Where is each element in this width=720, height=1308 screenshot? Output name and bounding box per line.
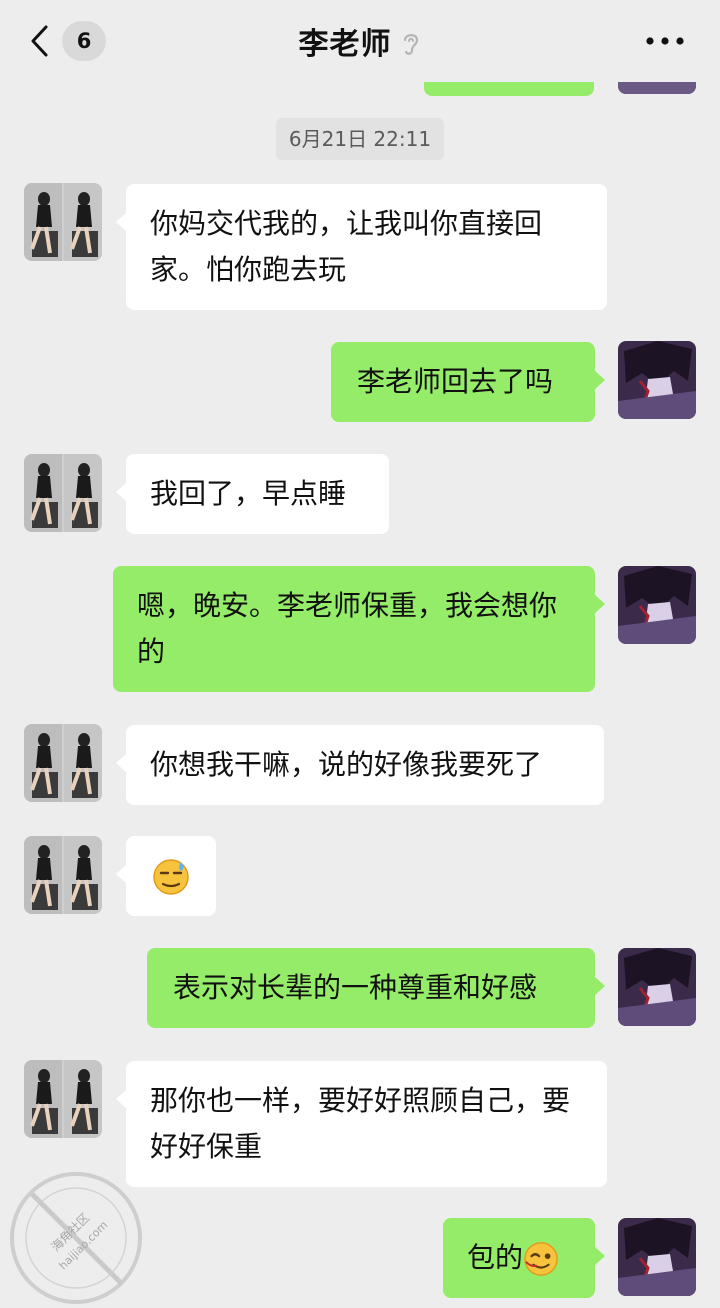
message-bubble-incoming[interactable] (116, 836, 216, 916)
message-bubble-incoming[interactable]: 那你也一样，要好好照顾自己，要好好保重 (116, 1061, 607, 1187)
self-avatar[interactable] (618, 341, 696, 419)
message-timestamp: 6月21日 22:11 (276, 118, 444, 160)
contact-avatar[interactable] (24, 183, 102, 261)
contact-avatar[interactable] (24, 836, 102, 914)
watermark-logo: 海角社区 haijiao.com (10, 1172, 142, 1304)
title-wrap: 李老师 (0, 0, 720, 82)
sweat-smile-emoji-icon (153, 859, 189, 895)
contact-avatar[interactable] (24, 454, 102, 532)
ear-icon (403, 34, 418, 55)
message-bubble-outgoing[interactable]: 嗯，晚安。李老师保重，我会想你的 (113, 566, 605, 692)
message-bubble-outgoing[interactable]: 李老师回去了吗 (331, 342, 605, 422)
message-bubble-incoming[interactable]: 你想我干嘛，说的好像我要死了 (116, 725, 604, 805)
message-bubble-incoming[interactable]: 我回了，早点睡 (116, 454, 389, 534)
message-text: 包的 (467, 1241, 524, 1274)
self-avatar[interactable] (618, 566, 696, 644)
more-dots-icon[interactable] (644, 34, 686, 48)
contact-avatar[interactable] (24, 1060, 102, 1138)
wink-emoji-icon (524, 1242, 558, 1276)
message-bubble-outgoing[interactable]: 包的 (443, 1218, 605, 1298)
chat-header: 6 李老师 (0, 0, 720, 82)
message-bubble-outgoing[interactable]: 表示对长辈的一种尊重和好感 (147, 948, 605, 1028)
chat-title: 李老师 (298, 27, 392, 62)
self-avatar[interactable] (618, 948, 696, 1026)
contact-avatar[interactable] (24, 724, 102, 802)
message-bubble-incoming[interactable]: 你妈交代我的，让我叫你直接回家。怕你跑去玩 (116, 184, 607, 310)
self-avatar[interactable] (618, 1218, 696, 1296)
